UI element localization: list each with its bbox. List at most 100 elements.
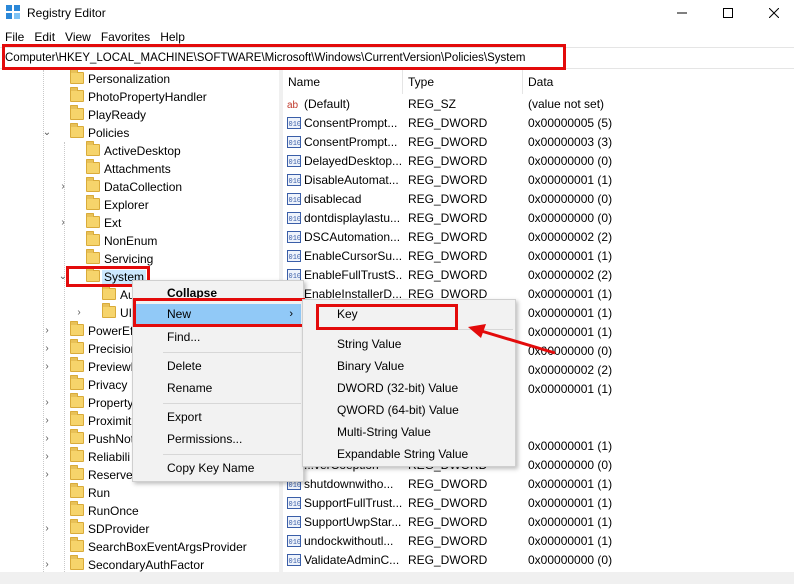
address-path[interactable]: Computer\HKEY_LOCAL_MACHINE\SOFTWARE\Mic… [5, 52, 525, 64]
tree-item[interactable]: SearchBoxEventArgsProvider [0, 537, 280, 556]
tree-item[interactable]: › Ext [0, 213, 280, 232]
expand-arrow-icon[interactable] [42, 504, 52, 518]
menu-permissions[interactable]: Permissions... [133, 429, 303, 449]
tree-item[interactable]: Personalization [0, 70, 280, 88]
menu-file[interactable]: File [0, 28, 29, 46]
expand-arrow-icon[interactable] [42, 72, 52, 86]
menu-copy-key-name[interactable]: Copy Key Name [133, 458, 303, 478]
value-row[interactable]: 010 shutdownwitho... REG_DWORD 0x00000001 (… [283, 475, 794, 494]
submenu-key[interactable]: Key [303, 304, 515, 324]
address-bar[interactable]: Computer\HKEY_LOCAL_MACHINE\SOFTWARE\Mic… [0, 47, 794, 69]
expand-arrow-icon[interactable]: › [42, 414, 52, 428]
tree-horizontal-scrollbar[interactable] [0, 572, 280, 584]
tree-item[interactable]: ActiveDesktop [0, 141, 280, 160]
value-row[interactable]: 010 DelayedDesktop... REG_DWORD 0x00000000 … [283, 152, 794, 171]
expand-arrow-icon[interactable]: › [42, 432, 52, 446]
value-row[interactable]: 010 ConsentPrompt... REG_DWORD 0x00000005 (… [283, 114, 794, 133]
expand-arrow-icon[interactable]: › [58, 216, 68, 230]
menu-view[interactable]: View [60, 28, 96, 46]
expand-arrow-icon[interactable] [42, 108, 52, 122]
collapse-arrow-icon[interactable]: ⌄ [58, 270, 68, 284]
column-name-header[interactable]: Name [283, 70, 403, 94]
submenu-qword-value[interactable]: QWORD (64-bit) Value [303, 400, 515, 420]
expand-arrow-icon[interactable] [58, 252, 68, 266]
column-type-header[interactable]: Type [403, 70, 523, 94]
tree-item[interactable]: Run [0, 483, 280, 502]
submenu-expandable-string-value[interactable]: Expandable String Value [303, 444, 515, 464]
value-row[interactable]: 010 ValidateAdminC... REG_DWORD 0x00000000 … [283, 551, 794, 570]
maximize-button[interactable] [705, 0, 751, 26]
value-data: 0x00000003 (3) [528, 135, 613, 149]
menu-edit[interactable]: Edit [29, 28, 60, 46]
expand-arrow-icon[interactable] [58, 144, 68, 158]
submenu-multi-string-value[interactable]: Multi-String Value [303, 422, 515, 442]
menu-delete[interactable]: Delete [133, 356, 303, 376]
menu-find[interactable]: Find... [133, 327, 303, 347]
expand-arrow-icon[interactable]: › [42, 468, 52, 482]
tree-item[interactable]: PlayReady [0, 105, 280, 124]
tree-item[interactable]: › DataCollection [0, 177, 280, 196]
expand-arrow-icon[interactable]: › [42, 522, 52, 536]
close-button[interactable] [751, 0, 794, 26]
expand-arrow-icon[interactable] [42, 486, 52, 500]
tree-item[interactable]: Attachments [0, 159, 280, 178]
value-row[interactable]: ab (Default) REG_SZ (value not set) [283, 95, 794, 114]
value-row[interactable]: 010 SupportUwpStar... REG_DWORD 0x00000001 … [283, 513, 794, 532]
expand-arrow-icon[interactable] [58, 234, 68, 248]
expand-arrow-icon[interactable]: › [42, 396, 52, 410]
folder-icon [70, 465, 84, 480]
menu-export[interactable]: Export [133, 407, 303, 427]
expand-arrow-icon[interactable] [42, 540, 52, 554]
new-submenu: Key String Value Binary Value DWORD (32-… [302, 299, 516, 467]
column-data-header[interactable]: Data [523, 70, 794, 94]
maximize-icon [723, 8, 733, 18]
menu-new[interactable]: New › [135, 304, 301, 324]
submenu-binary-value[interactable]: Binary Value [303, 356, 515, 376]
expand-arrow-icon[interactable]: › [42, 558, 52, 572]
svg-text:010: 010 [289, 558, 302, 566]
menu-favorites[interactable]: Favorites [96, 28, 155, 46]
expand-arrow-icon[interactable] [42, 378, 52, 392]
tree-item[interactable]: › SDProvider [0, 519, 280, 538]
value-data: 0x00000002 (2) [528, 268, 613, 282]
value-row[interactable]: 010 disablecad REG_DWORD 0x00000000 (0) [283, 190, 794, 209]
menu-rename[interactable]: Rename [133, 378, 303, 398]
value-row[interactable]: 010 DSCAutomation... REG_DWORD 0x00000002 (… [283, 228, 794, 247]
tree-item[interactable]: ⌄ Policies [0, 123, 280, 142]
value-row[interactable]: 010 EnableCursorSu... REG_DWORD 0x00000001 … [283, 247, 794, 266]
expand-arrow-icon[interactable]: › [42, 342, 52, 356]
tree-item[interactable]: Servicing [0, 249, 280, 268]
expand-arrow-icon[interactable] [74, 288, 84, 302]
expand-arrow-icon[interactable]: › [74, 306, 84, 320]
tree-item[interactable]: NonEnum [0, 231, 280, 250]
tree-item[interactable]: RunOnce [0, 501, 280, 520]
expand-arrow-icon[interactable] [42, 90, 52, 104]
value-row[interactable]: 010 ConsentPrompt... REG_DWORD 0x00000003 (… [283, 133, 794, 152]
value-row[interactable]: 010 DisableAutomat... REG_DWORD 0x00000001 … [283, 171, 794, 190]
svg-text:ab: ab [287, 100, 299, 110]
expand-arrow-icon[interactable] [58, 198, 68, 212]
value-row[interactable]: 010 EnableFullTrustS... REG_DWORD 0x0000000… [283, 266, 794, 285]
dword-value-icon: 010 [287, 155, 301, 167]
value-type: REG_DWORD [408, 173, 488, 187]
menu-help[interactable]: Help [155, 28, 190, 46]
folder-icon [102, 303, 116, 318]
minimize-button[interactable] [659, 0, 705, 26]
collapse-arrow-icon[interactable]: ⌄ [42, 126, 52, 140]
expand-arrow-icon[interactable] [58, 162, 68, 176]
values-horizontal-scrollbar[interactable] [283, 572, 794, 584]
value-row[interactable]: 010 dontdisplaylastu... REG_DWORD 0x0000000… [283, 209, 794, 228]
tree-item[interactable]: Explorer [0, 195, 280, 214]
submenu-string-value[interactable]: String Value [303, 334, 515, 354]
expand-arrow-icon[interactable]: › [42, 360, 52, 374]
dword-value-icon: 010 [287, 117, 301, 129]
expand-arrow-icon[interactable]: › [58, 180, 68, 194]
submenu-dword-value[interactable]: DWORD (32-bit) Value [303, 378, 515, 398]
tree-item[interactable]: PhotoPropertyHandler [0, 87, 280, 106]
svg-text:010: 010 [289, 197, 302, 205]
expand-arrow-icon[interactable]: › [42, 450, 52, 464]
expand-arrow-icon[interactable]: › [42, 324, 52, 338]
menu-collapse[interactable]: Collapse [133, 283, 303, 303]
value-row[interactable]: 010 SupportFullTrust... REG_DWORD 0x0000000… [283, 494, 794, 513]
value-row[interactable]: 010 undockwithoutl... REG_DWORD 0x00000001 … [283, 532, 794, 551]
